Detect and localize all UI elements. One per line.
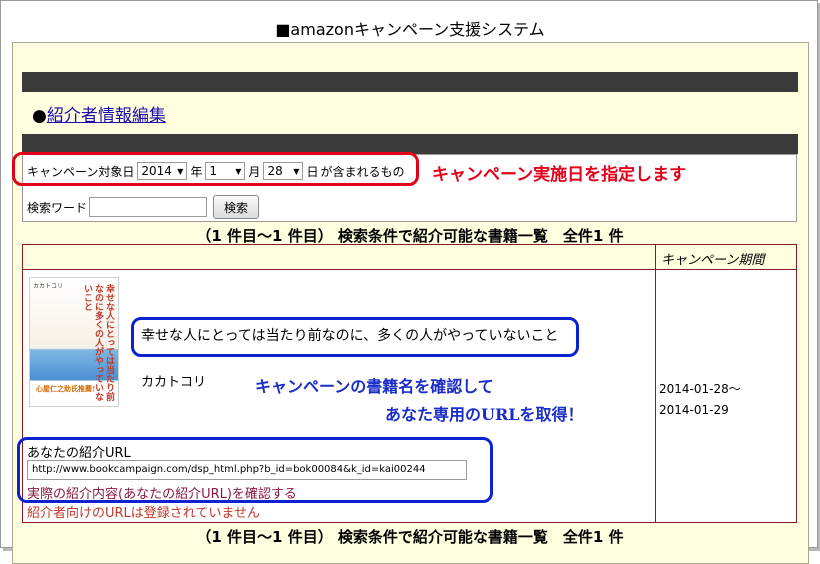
cover-badge: 心屋仁之助氏推薦！ — [36, 385, 99, 393]
date-highlight-box — [12, 152, 419, 186]
bullet-icon: ● — [32, 106, 47, 126]
cover-author: カカトコリ — [33, 283, 64, 290]
results-summary-top: （1 件目～1 件目） 検索条件で紹介可能な書籍一覧 全件1 件 — [196, 227, 624, 245]
referral-url-label: あなたの紹介URL — [27, 446, 131, 461]
book-cover-image[interactable]: カカトコリ 幸せな人にとっては当たり前なのに多くの人がやっていないこと 心屋仁之… — [29, 277, 119, 407]
title-annotation-line1: キャンペーンの書籍名を確認して — [255, 377, 494, 396]
keyword-row: 検索ワード 検索 — [27, 195, 260, 219]
search-button[interactable]: 検索 — [213, 195, 260, 219]
keyword-label: 検索ワード — [27, 200, 88, 215]
date-annotation: キャンペーン実施日を指定します — [432, 165, 687, 185]
header-bar — [22, 72, 798, 92]
campaign-period: 2014-01-28～ 2014-01-29 — [659, 379, 741, 421]
edit-profile-link-row: ●紹介者情報編集 — [32, 101, 166, 126]
section-bar — [22, 134, 798, 154]
column-divider — [655, 245, 656, 522]
results-summary-bottom: （1 件目～1 件目） 検索条件で紹介可能な書籍一覧 全件1 件 — [196, 528, 624, 546]
edit-profile-link[interactable]: 紹介者情報編集 — [47, 106, 166, 126]
keyword-input[interactable] — [89, 197, 208, 217]
book-title: 幸せな人にとっては当たり前なのに、多くの人がやっていないこと — [141, 328, 559, 344]
period-end: 2014-01-29 — [659, 403, 729, 417]
results-table: キャンペーン期間 カカトコリ 幸せな人にとっては当たり前なのに多くの人がやってい… — [17, 244, 797, 523]
period-start: 2014-01-28～ — [659, 382, 741, 396]
unregistered-notice: 紹介者向けのURLは登録されていません — [27, 506, 261, 521]
book-author: カカトコリ — [141, 375, 207, 390]
referral-url-field[interactable]: http://www.bookcampaign.com/dsp_html.php… — [27, 460, 467, 480]
title-annotation-line2: あなた専用のURLを取得！ — [385, 405, 584, 424]
confirm-referral-link[interactable]: 実際の紹介内容(あなたの紹介URL)を確認する — [27, 483, 297, 502]
page-title: ■amazonキャンペーン支援システム — [275, 20, 545, 39]
period-column-header: キャンペーン期間 — [661, 253, 765, 268]
